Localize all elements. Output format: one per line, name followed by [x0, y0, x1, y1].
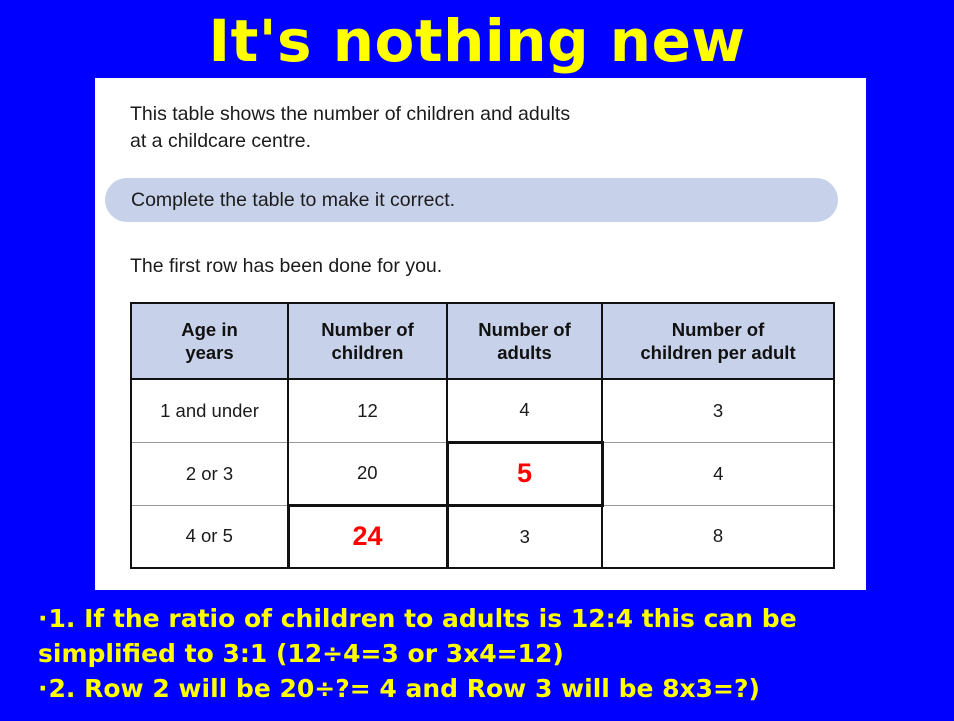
cell-adults: 4 [447, 379, 603, 443]
cell-children-per-adult: 3 [602, 379, 834, 443]
cell-age: 2 or 3 [131, 442, 289, 506]
instruction-text: Complete the table to make it correct. [131, 188, 456, 211]
table-row: 4 or 5 24 3 8 [131, 503, 834, 568]
header-line: years [185, 342, 234, 363]
cell-children-answer[interactable]: 24 [286, 503, 449, 568]
header-line: children per adult [640, 342, 796, 363]
intro-line-1: This table shows the number of children … [130, 103, 571, 125]
header-line: Number of [671, 319, 765, 340]
table-header-row: Age in years Number of children Number o… [131, 303, 834, 380]
cell-children: 12 [288, 379, 448, 443]
slide-title: It's nothing new [208, 7, 746, 75]
column-header-children: Number of children [288, 303, 448, 380]
header-line: Number of [478, 319, 571, 340]
cell-children-per-adult: 4 [602, 442, 834, 506]
cell-children-per-adult: 8 [602, 505, 834, 568]
note-text: 2. Row 2 will be 20÷?= 4 and Row 3 will … [48, 674, 760, 703]
cell-adults: 3 [447, 505, 603, 568]
first-row-note: The first row has been done for you. [130, 255, 443, 277]
intro-line-2: at a childcare centre. [130, 130, 312, 152]
header-line: Number of [321, 319, 414, 340]
cell-adults-answer[interactable]: 5 [445, 440, 604, 507]
column-header-children-per-adult: Number of children per adult [602, 303, 834, 380]
note-item-1: ·1. If the ratio of children to adults i… [38, 601, 938, 671]
bullet-marker: · [38, 604, 48, 633]
column-header-adults: Number of adults [447, 303, 603, 380]
cell-age: 4 or 5 [131, 505, 289, 568]
column-header-age: Age in years [131, 303, 289, 380]
cell-age: 1 and under [131, 379, 289, 443]
intro-text: This table shows the number of children … [130, 101, 830, 155]
table-row: 2 or 3 20 5 4 [131, 440, 834, 507]
worksheet-card: This table shows the number of children … [95, 78, 866, 590]
note-item-2: ·2. Row 2 will be 20÷?= 4 and Row 3 will… [38, 671, 938, 706]
header-line: children [331, 342, 404, 363]
table-row: 1 and under 12 4 3 [131, 379, 834, 443]
header-line: Age in [181, 319, 238, 340]
cell-children: 20 [288, 442, 448, 506]
childcare-table: Age in years Number of children Number o… [130, 302, 835, 569]
notes-list: ·1. If the ratio of children to adults i… [38, 601, 938, 706]
instruction-pill: Complete the table to make it correct. [105, 178, 838, 222]
bullet-marker: · [38, 674, 48, 703]
note-text: 1. If the ratio of children to adults is… [38, 604, 797, 668]
header-line: adults [497, 342, 552, 363]
